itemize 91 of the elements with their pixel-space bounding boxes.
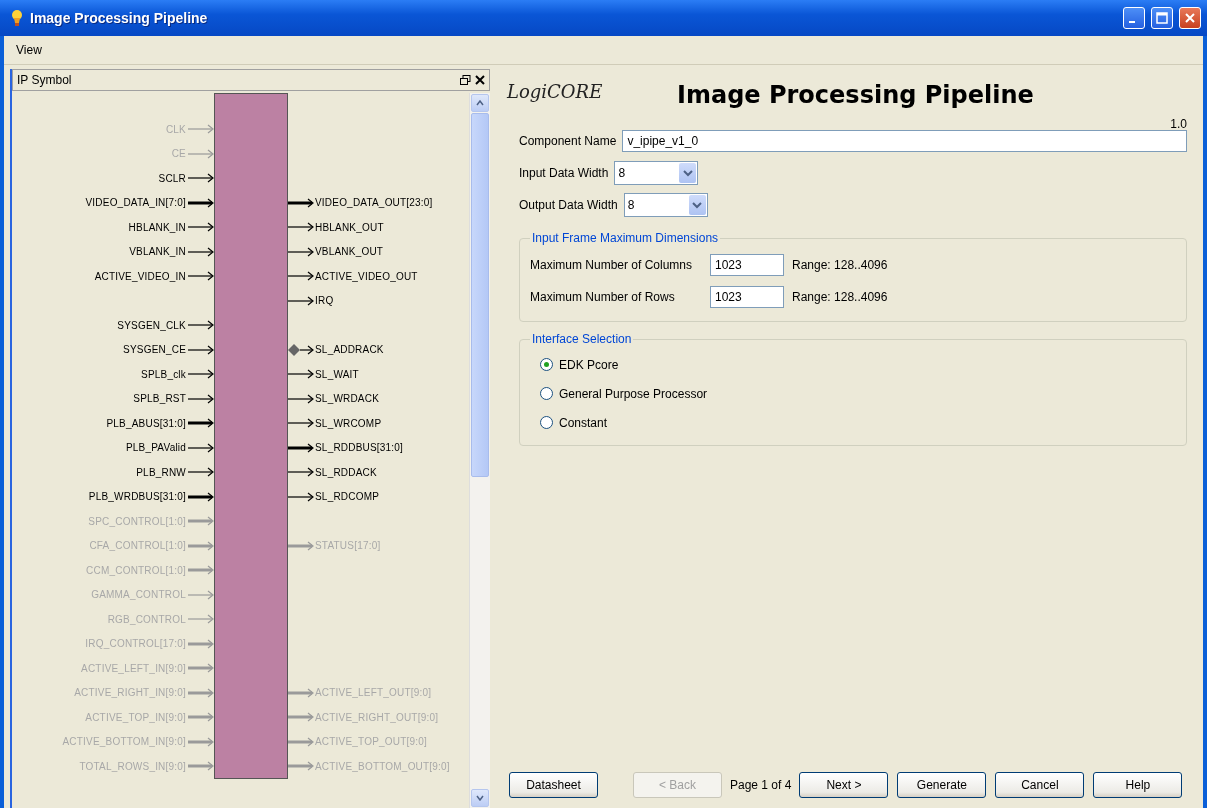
pin-label: ACTIVE_VIDEO_OUT xyxy=(315,270,418,282)
pin-label: CCM_CONTROL[1:0] xyxy=(86,564,186,576)
caret-icon xyxy=(682,169,693,177)
scrollbar-thumb[interactable] xyxy=(471,113,489,477)
input-field[interactable]: 1023 xyxy=(710,254,784,276)
pin-label: ACTIVE_TOP_OUT[9:0] xyxy=(315,736,427,747)
pin-label: SL_WAIT xyxy=(315,368,359,380)
close-icon[interactable] xyxy=(475,75,485,85)
pin-label: SYSGEN_CE xyxy=(123,344,186,355)
window-title: Image Processing Pipeline xyxy=(30,10,209,26)
restore-icon[interactable] xyxy=(460,75,471,85)
field-label: Input Data Width xyxy=(519,166,609,180)
pin-label: CLK xyxy=(165,123,186,135)
footer-button[interactable]: Cancel xyxy=(995,772,1085,798)
field-label: Maximum Number of Columns xyxy=(530,258,694,272)
pin-label: VIDEO_DATA_OUT[23:0] xyxy=(315,197,433,208)
scroll-down-button[interactable] xyxy=(471,789,489,807)
pin-label: VBLANK_IN xyxy=(129,246,186,257)
pin-label: SL_RDCOMP xyxy=(315,491,380,502)
footer-button[interactable]: Next > xyxy=(799,772,889,798)
pin-label: IRQ xyxy=(315,295,334,306)
pin-label: ACTIVE_LEFT_IN[9:0] xyxy=(81,662,186,674)
down-caret-icon xyxy=(476,795,484,801)
menu-item[interactable]: View xyxy=(12,41,46,59)
pin-label: SL_WRDACK xyxy=(315,393,380,404)
pin-label: ACTIVE_VIDEO_IN xyxy=(94,270,186,282)
radio-option[interactable]: Constant xyxy=(530,408,1176,437)
page-indicator: Page 1 of 4 xyxy=(730,778,792,792)
pin-label: STATUS[17:0] xyxy=(315,540,381,551)
pin-label: SCLR xyxy=(158,172,186,184)
pin-label: RGB_CONTROL xyxy=(107,613,186,625)
pin-label: TOTAL_ROWS_IN[9:0] xyxy=(79,760,186,772)
pin-label: SPC_CONTROL[1:0] xyxy=(88,515,186,527)
radio-option[interactable]: EDK Pcore xyxy=(530,350,1176,379)
radio-button[interactable] xyxy=(540,387,553,400)
radio-button[interactable] xyxy=(540,358,553,371)
range-label: Range: 128..4096 xyxy=(792,258,889,272)
footer-button[interactable]: Generate xyxy=(897,772,987,798)
input-field[interactable]: v_ipipe_v1_0 xyxy=(622,130,1187,152)
pin-label: ACTIVE_LEFT_OUT[9:0] xyxy=(315,687,432,698)
pin-label: SPLB_RST xyxy=(133,393,186,404)
pin-label: VBLANK_OUT xyxy=(315,246,384,257)
pin-label: SL_ADDRACK xyxy=(315,344,384,355)
pin-label: VIDEO_DATA_IN[7:0] xyxy=(85,197,186,208)
close-button[interactable] xyxy=(1179,7,1201,29)
pin-label: SL_RDDACK xyxy=(315,466,377,478)
field-label: Component Name xyxy=(519,134,617,148)
range-label: Range: 128..4096 xyxy=(792,290,889,304)
pin-label: PLB_PAValid xyxy=(126,442,186,453)
panel-title: IP Symbol xyxy=(17,73,73,87)
dialog-title: Image Processing Pipeline xyxy=(677,81,1035,109)
pin-label: ACTIVE_RIGHT_IN[9:0] xyxy=(74,687,186,698)
pin-label: SL_RDDBUS[31:0] xyxy=(315,442,404,453)
logo: LogiCORE xyxy=(507,81,604,102)
footer-button[interactable]: Datasheet xyxy=(509,772,598,798)
field-label: Output Data Width xyxy=(519,198,618,212)
pin-label: IRQ_CONTROL[17:0] xyxy=(85,638,186,649)
maximize-button[interactable] xyxy=(1151,7,1173,29)
pin-label: ACTIVE_RIGHT_OUT[9:0] xyxy=(315,711,439,723)
maximize-icon xyxy=(1156,12,1168,24)
close-icon xyxy=(1184,12,1196,24)
pin-label: SPLB_clk xyxy=(141,368,186,380)
footer-button[interactable]: Help xyxy=(1093,772,1183,798)
dropdown[interactable]: 8 xyxy=(623,193,708,217)
pin-label: GAMMA_CONTROL xyxy=(91,589,186,600)
pin-label: PLB_RNW xyxy=(136,466,186,478)
lightbulb-icon xyxy=(10,9,24,27)
scroll-up-button[interactable] xyxy=(471,94,489,112)
input-field[interactable]: 1023 xyxy=(710,286,784,308)
pin-label: ACTIVE_BOTTOM_OUT[9:0] xyxy=(315,760,450,772)
radio-button[interactable] xyxy=(540,416,553,429)
minimize-button[interactable] xyxy=(1123,7,1145,29)
pin-label: SL_WRCOMP xyxy=(315,417,382,429)
pin-label: HBLANK_OUT xyxy=(315,221,384,233)
pin-label: ACTIVE_TOP_IN[9:0] xyxy=(85,711,186,723)
group-title: Interface Selection xyxy=(531,332,633,346)
pin-label: HBLANK_IN xyxy=(128,221,186,233)
pin-label: CE xyxy=(171,148,186,159)
dropdown[interactable]: 8 xyxy=(614,161,699,185)
version-label: 1.0 xyxy=(1170,117,1187,131)
pin-label: ACTIVE_BOTTOM_IN[9:0] xyxy=(62,736,186,747)
pin-label: SYSGEN_CLK xyxy=(117,319,186,331)
caret-icon xyxy=(692,201,703,209)
field-label: Maximum Number of Rows xyxy=(530,290,676,304)
pin-label: PLB_ABUS[31:0] xyxy=(106,417,186,429)
pin-label: PLB_WRDBUS[31:0] xyxy=(88,491,186,502)
group-title: Input Frame Maximum Dimensions xyxy=(531,231,720,245)
minimize-icon xyxy=(1129,21,1135,23)
up-caret-icon xyxy=(476,100,484,106)
radio-option[interactable]: General Purpose Processor xyxy=(530,379,1176,408)
pin-label: CFA_CONTROL[1:0] xyxy=(89,540,186,551)
